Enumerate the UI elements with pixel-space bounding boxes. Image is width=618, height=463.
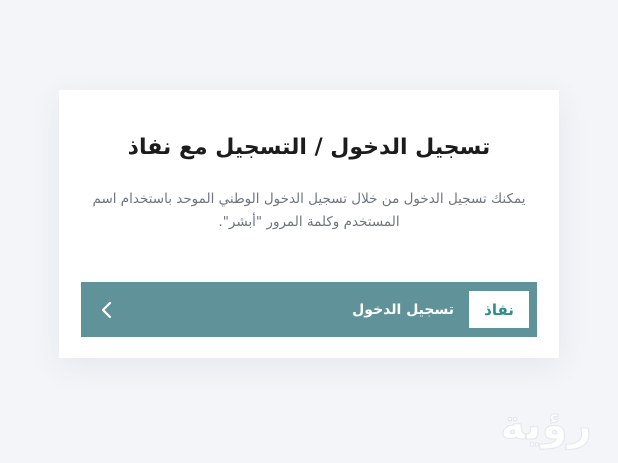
watermark-text: رؤية: [500, 400, 592, 450]
card-title: تسجيل الدخول / التسجيل مع نفاذ: [127, 135, 491, 160]
nafath-login-button[interactable]: نفاذ تسجيل الدخول: [81, 282, 537, 337]
login-label: تسجيل الدخول: [352, 301, 454, 318]
nafath-badge: نفاذ: [469, 291, 529, 328]
chevron-left-icon: [99, 300, 113, 320]
card-description: يمكنك تسجيل الدخول من خلال تسجيل الدخول …: [92, 191, 526, 230]
watermark-logo: رؤية: [486, 395, 606, 455]
page: تسجيل الدخول / التسجيل مع نفاذ يمكنك تسج…: [0, 0, 618, 463]
login-card: تسجيل الدخول / التسجيل مع نفاذ يمكنك تسج…: [59, 90, 559, 358]
